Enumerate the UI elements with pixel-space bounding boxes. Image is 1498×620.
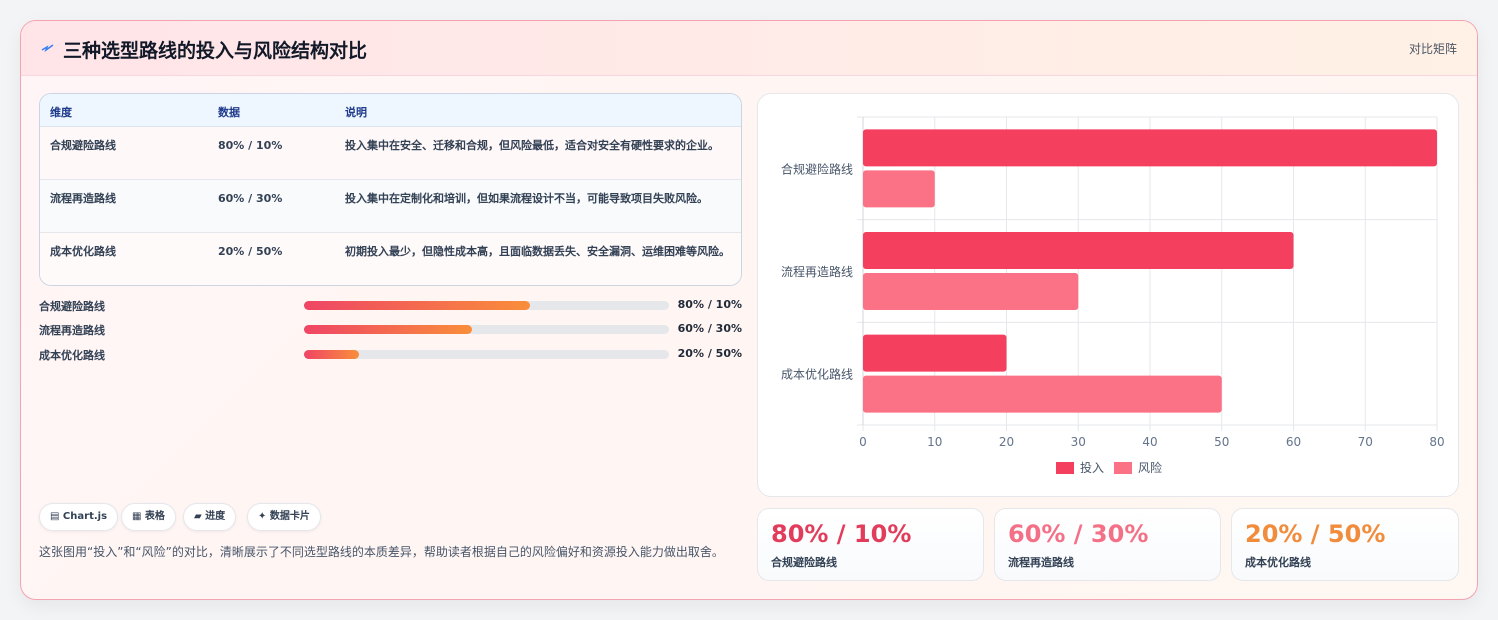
bar-investment <box>863 232 1294 269</box>
stat-value: 20% / 50% <box>1245 520 1386 548</box>
x-tick-label: 40 <box>1142 435 1157 449</box>
table-cell: 投入集中在定制化和培训，但如果流程设计不当，可能导致项目失败风险。 <box>345 192 708 205</box>
table-cell: 投入集中在安全、迁移和合规，但风险最低，适合对安全有硬性要求的企业。 <box>345 139 719 152</box>
tag-progress[interactable]: ▰ 进度 <box>183 503 237 531</box>
progress-row: 成本优化路线 20% / 50% <box>39 345 742 363</box>
x-tick-label: 0 <box>859 435 867 449</box>
chart-description: 这张图用“投入”和“风险”的对比，清晰展示了不同选型路线的本质差异，帮助读者根据… <box>39 545 724 559</box>
stat-card: 80% / 10% 合规避险路线 <box>757 508 984 581</box>
progress-track <box>304 325 669 334</box>
bar-chart: 0 10 20 30 40 50 60 70 80 合规避险路线流程再造路线成本优化路线投入 风险 <box>781 116 1445 475</box>
tag-table[interactable]: ▦ 表格 <box>121 503 176 531</box>
legend-swatch <box>1114 462 1132 474</box>
header-right-label: 对比矩阵 <box>1408 42 1457 56</box>
y-tick-label: 成本优化路线 <box>781 367 853 382</box>
table-cell: 成本优化路线 <box>50 245 116 258</box>
stat-card: 60% / 30% 流程再造路线 <box>994 508 1221 581</box>
y-tick-label: 流程再造路线 <box>781 264 853 279</box>
stat-label: 流程再造路线 <box>1008 556 1074 569</box>
progress-value: 80% / 10% <box>677 298 742 311</box>
legend-label: 投入 <box>1080 460 1104 475</box>
x-tick-label: 60 <box>1286 435 1301 449</box>
progress-row: 合规避险路线 80% / 10% <box>39 296 742 314</box>
x-tick-label: 70 <box>1358 435 1373 449</box>
progress-value: 60% / 30% <box>677 322 742 335</box>
table-cell: 合规避险路线 <box>50 139 116 152</box>
bar-risk <box>863 273 1079 310</box>
table-header: 维度 数据 说明 <box>40 94 741 127</box>
table-cell: 80% / 10% <box>218 139 283 152</box>
progress-fill <box>304 301 531 310</box>
y-tick-label: 合规避险路线 <box>781 161 853 176</box>
comparison-table: 维度 数据 说明 合规避险路线 80% / 10% 投入集中在安全、迁移和合规，… <box>39 93 742 286</box>
bar-investment <box>863 334 1007 372</box>
table-cell: 20% / 50% <box>218 245 283 258</box>
progress-track <box>304 350 669 359</box>
legend-label: 风险 <box>1138 460 1162 475</box>
progress-label: 成本优化路线 <box>39 349 105 362</box>
table-row: 合规避险路线 80% / 10% 投入集中在安全、迁移和合规，但风险最低，适合对… <box>40 127 741 180</box>
progress-label: 流程再造路线 <box>39 324 105 337</box>
stat-label: 合规避险路线 <box>771 556 837 569</box>
progress-track <box>304 301 669 310</box>
main-card: 三种选型路线的投入与风险结构对比 对比矩阵 维度 数据 说明 合规避险路线 80… <box>20 20 1478 600</box>
legend-swatch <box>1056 462 1074 474</box>
tag-data-card[interactable]: ✦ 数据卡片 <box>247 503 321 531</box>
x-tick-label: 80 <box>1429 435 1444 449</box>
table-cell: 60% / 30% <box>218 192 283 205</box>
progress-fill <box>304 350 359 359</box>
table-cell: 流程再造路线 <box>50 192 116 205</box>
page-title: 三种选型路线的投入与风险结构对比 <box>63 40 368 62</box>
table-header-cell: 维度 <box>50 106 72 119</box>
x-tick-label: 30 <box>1071 435 1086 449</box>
x-tick-label: 10 <box>927 435 942 449</box>
table-row: 成本优化路线 20% / 50% 初期投入最少，但隐性成本高，且面临数据丢失、安… <box>40 233 741 285</box>
card-header: 三种选型路线的投入与风险结构对比 对比矩阵 <box>21 21 1477 76</box>
x-tick-label: 50 <box>1214 435 1229 449</box>
stat-value: 60% / 30% <box>1008 520 1149 548</box>
x-tick-label: 20 <box>999 435 1014 449</box>
progress-fill <box>304 325 472 334</box>
progress-row: 流程再造路线 60% / 30% <box>39 320 742 338</box>
stat-value: 80% / 10% <box>771 520 912 548</box>
lightning-icon <box>41 44 54 53</box>
progress-value: 20% / 50% <box>677 347 742 360</box>
bar-risk <box>863 170 935 208</box>
table-row: 流程再造路线 60% / 30% 投入集中在定制化和培训，但如果流程设计不当，可… <box>40 180 741 233</box>
progress-label: 合规避险路线 <box>39 300 105 313</box>
stat-card: 20% / 50% 成本优化路线 <box>1231 508 1459 581</box>
table-header-cell: 说明 <box>345 106 367 119</box>
chart-container: 0 10 20 30 40 50 60 70 80 合规避险路线 流程再造路线 成本优化路线投入 风险 <box>757 93 1459 497</box>
bar-risk <box>863 375 1222 413</box>
bar-investment <box>863 129 1437 167</box>
tag-chartjs[interactable]: ▤ Chart.js <box>39 503 119 531</box>
stat-label: 成本优化路线 <box>1245 556 1311 569</box>
table-cell: 初期投入最少，但隐性成本高，且面临数据丢失、安全漏洞、运维困难等风险。 <box>345 245 730 258</box>
table-header-cell: 数据 <box>218 106 240 119</box>
